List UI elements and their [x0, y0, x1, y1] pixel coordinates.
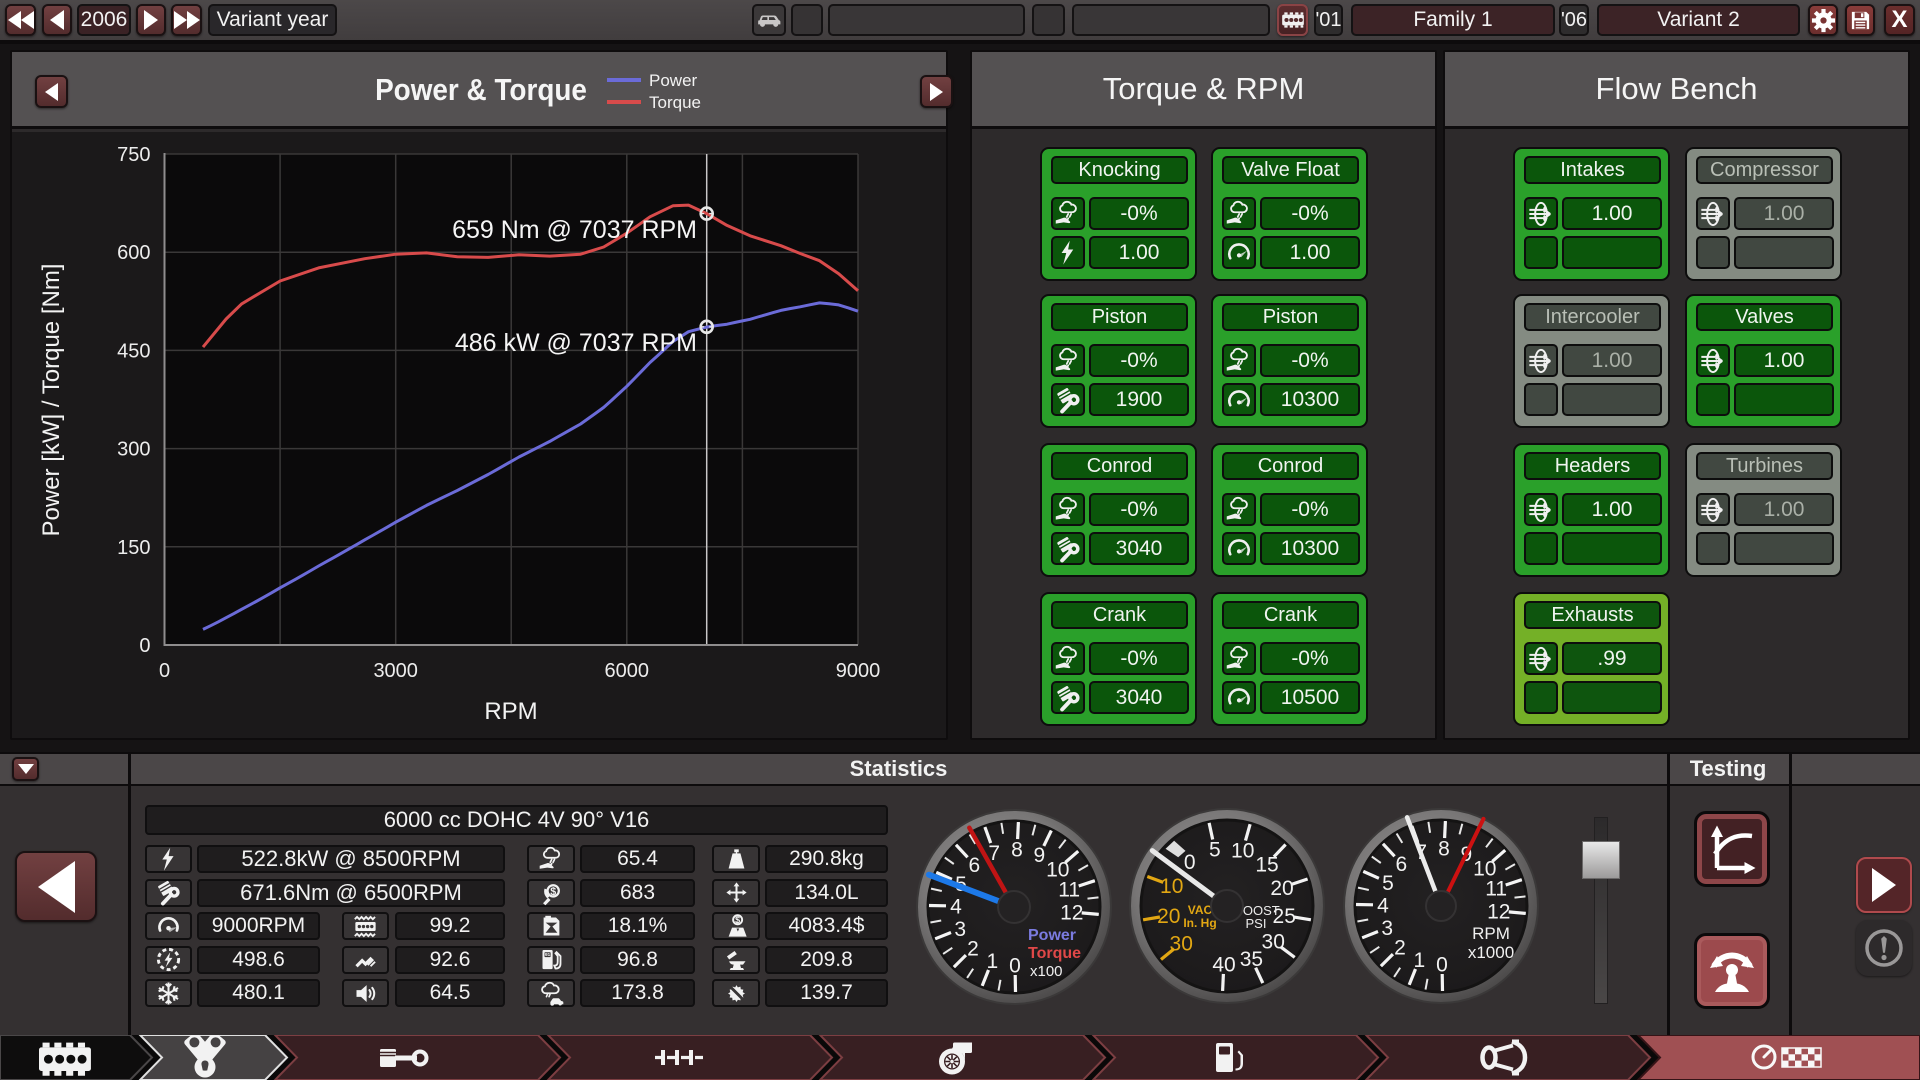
svg-text:2: 2	[967, 937, 979, 960]
svg-text:In. Hg: In. Hg	[1183, 916, 1216, 930]
svg-text:8: 8	[1011, 838, 1023, 861]
svg-text:x100: x100	[1030, 963, 1063, 980]
svg-text:2: 2	[1394, 936, 1406, 959]
svg-text:91: 91	[544, 952, 550, 958]
svg-text:450: 450	[117, 340, 150, 362]
svg-text:0: 0	[1009, 954, 1021, 977]
svg-text:659 Nm @ 7037 RPM: 659 Nm @ 7037 RPM	[452, 216, 697, 244]
svg-text:750: 750	[117, 144, 150, 166]
svg-text:6000: 6000	[605, 660, 650, 682]
svg-text:3: 3	[954, 918, 966, 941]
svg-text:300: 300	[117, 439, 150, 461]
svg-text:1: 1	[986, 950, 998, 973]
svg-text:RPM: RPM	[484, 698, 537, 725]
svg-text:x1000: x1000	[1468, 943, 1514, 962]
svg-text:10: 10	[1160, 875, 1183, 898]
svg-text:40: 40	[1212, 953, 1235, 976]
svg-text:6: 6	[969, 854, 981, 877]
svg-text:0: 0	[159, 660, 170, 682]
svg-text:9000: 9000	[836, 660, 881, 682]
svg-text:11: 11	[1058, 878, 1080, 901]
svg-text:$: $	[735, 914, 740, 924]
svg-text:6: 6	[1396, 853, 1408, 876]
svg-text:3000: 3000	[373, 660, 418, 682]
svg-text:4: 4	[950, 895, 962, 918]
svg-text:600: 600	[117, 242, 150, 264]
svg-text:5: 5	[1209, 839, 1221, 862]
svg-text:Power [kW] / Torque [Nm]: Power [kW] / Torque [Nm]	[38, 264, 65, 537]
svg-text:$: $	[550, 886, 556, 898]
svg-text:PSI: PSI	[1246, 916, 1267, 931]
svg-text:0: 0	[1184, 851, 1196, 874]
svg-text:20: 20	[1157, 905, 1180, 928]
svg-text:15: 15	[1255, 853, 1278, 876]
svg-text:12: 12	[1060, 901, 1083, 924]
svg-text:0: 0	[139, 635, 150, 657]
svg-text:30: 30	[1262, 931, 1285, 954]
svg-text:10: 10	[1231, 840, 1254, 863]
svg-text:150: 150	[117, 537, 150, 559]
svg-text:35: 35	[1240, 948, 1263, 971]
svg-text:12: 12	[1487, 900, 1510, 923]
svg-text:Power: Power	[1028, 927, 1076, 944]
svg-text:11: 11	[1485, 877, 1507, 900]
svg-text:1: 1	[1413, 949, 1425, 972]
svg-text:8: 8	[1438, 837, 1450, 860]
svg-text:20: 20	[1270, 877, 1293, 900]
svg-text:30: 30	[1170, 933, 1193, 956]
svg-text:Torque: Torque	[1028, 945, 1081, 962]
svg-text:9: 9	[1034, 844, 1046, 867]
svg-text:4: 4	[1377, 894, 1389, 917]
svg-text:VAC: VAC	[1188, 903, 1213, 917]
svg-text:0: 0	[1436, 953, 1448, 976]
svg-text:486 kW @ 7037 RPM: 486 kW @ 7037 RPM	[455, 329, 697, 357]
svg-text:3: 3	[1381, 917, 1393, 940]
svg-text:5: 5	[1382, 872, 1394, 895]
svg-text:RPM: RPM	[1472, 924, 1510, 943]
